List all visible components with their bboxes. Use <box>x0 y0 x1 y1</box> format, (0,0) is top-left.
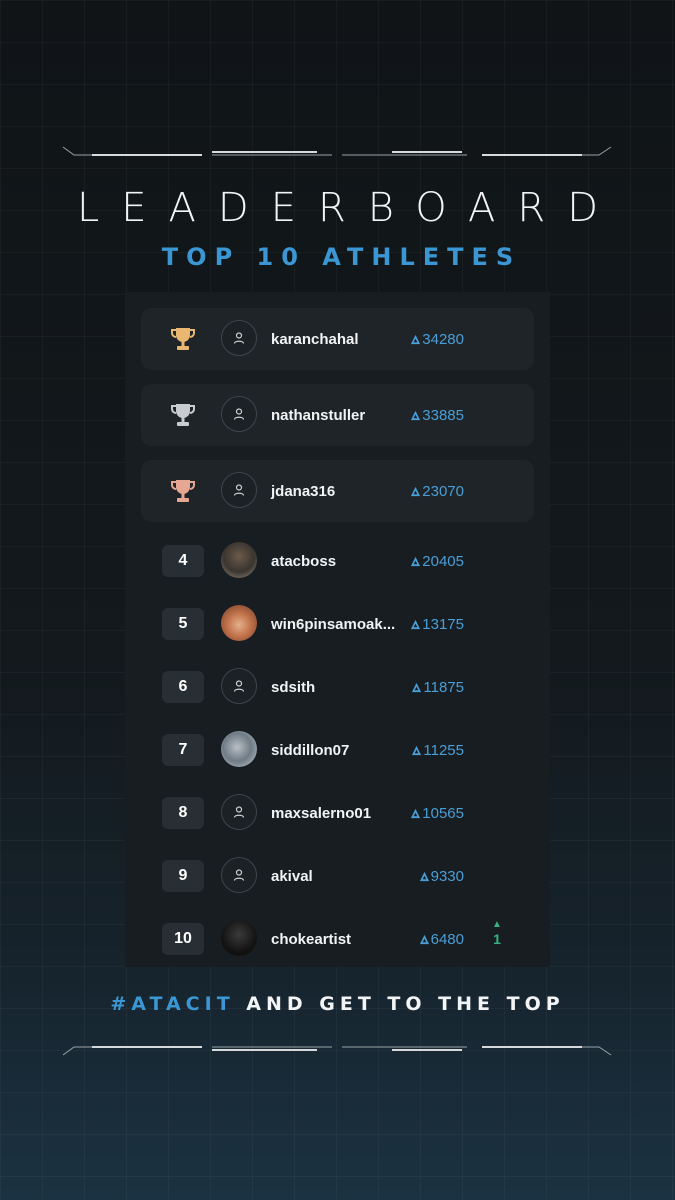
user-photo-avatar[interactable] <box>221 731 257 767</box>
score: 20405 <box>410 542 464 580</box>
gold-trophy-icon <box>171 328 195 350</box>
rank-badge: 4 <box>162 545 204 577</box>
score: 34280 <box>410 308 464 370</box>
username[interactable]: atacboss <box>271 542 336 580</box>
avatar[interactable] <box>221 396 257 432</box>
avatar[interactable] <box>221 472 257 508</box>
rank-badge: 5 <box>162 608 204 640</box>
score-value: 20405 <box>422 552 464 570</box>
rank-badge: 6 <box>162 671 204 703</box>
footer-call-to-action: #ATACIT AND GET TO THE TOP <box>0 993 675 1015</box>
bottom-frame-decoration <box>62 1040 612 1056</box>
page-title: LEADERBOARD <box>76 185 620 231</box>
avatar[interactable] <box>221 668 257 704</box>
rank-badge: 10 <box>162 923 204 955</box>
score: 13175 <box>410 605 464 643</box>
user-placeholder-icon <box>233 806 245 818</box>
rank-change-value: 1 <box>493 931 501 947</box>
username[interactable]: jdana316 <box>271 460 335 522</box>
points-icon <box>411 410 421 420</box>
username[interactable]: siddillon07 <box>271 731 349 769</box>
avatar[interactable] <box>221 857 257 893</box>
score-value: 23070 <box>422 482 464 500</box>
username[interactable]: sdsith <box>271 668 315 706</box>
username[interactable]: akival <box>271 857 313 895</box>
username[interactable]: win6pinsamoak... <box>271 605 395 643</box>
user-photo-avatar[interactable] <box>221 920 257 956</box>
points-icon <box>411 808 421 818</box>
score-value: 6480 <box>430 930 464 948</box>
score-value: 33885 <box>422 406 464 424</box>
username[interactable]: chokeartist <box>271 920 351 958</box>
page-subtitle: TOP 10 ATHLETES <box>161 243 522 271</box>
points-icon <box>411 556 421 566</box>
score-value: 10565 <box>422 804 464 822</box>
avatar[interactable] <box>221 320 257 356</box>
user-photo-avatar[interactable] <box>221 542 257 578</box>
user-photo-avatar[interactable] <box>221 605 257 641</box>
username[interactable]: karanchahal <box>271 308 359 370</box>
top-frame-decoration <box>62 146 612 162</box>
leaderboard-row-9[interactable]: 9 akival 9330 <box>125 857 550 901</box>
hashtag: #ATACIT <box>110 993 235 1015</box>
points-icon <box>411 486 421 496</box>
user-placeholder-icon <box>233 680 245 692</box>
leaderboard-panel: karanchahal 34280 nathanstuller 33885 jd… <box>125 292 550 967</box>
arrow-up-icon: ▲ <box>492 919 502 930</box>
leaderboard-row-3[interactable]: jdana316 23070 <box>141 460 534 522</box>
points-icon <box>419 934 429 944</box>
user-placeholder-icon <box>233 869 245 881</box>
rank-badge: 9 <box>162 860 204 892</box>
points-icon <box>412 745 422 755</box>
leaderboard-row-4[interactable]: 4 atacboss 20405 <box>125 542 550 586</box>
user-placeholder-icon <box>233 484 245 496</box>
points-icon <box>411 619 421 629</box>
score-value: 11875 <box>423 678 464 696</box>
rank-badge: 7 <box>162 734 204 766</box>
points-icon <box>412 682 422 692</box>
avatar[interactable] <box>221 794 257 830</box>
leaderboard-row-5[interactable]: 5 win6pinsamoak... 13175 <box>125 605 550 649</box>
score: 9330 <box>419 857 464 895</box>
score: 11255 <box>411 731 464 769</box>
score-value: 34280 <box>422 330 464 348</box>
score-value: 11255 <box>423 741 464 759</box>
leaderboard-row-6[interactable]: 6 sdsith 11875 <box>125 668 550 712</box>
score: 11875 <box>411 668 464 706</box>
user-placeholder-icon <box>233 332 245 344</box>
points-icon <box>411 334 421 344</box>
bronze-trophy-icon <box>171 480 195 502</box>
rank-badge: 8 <box>162 797 204 829</box>
leaderboard-row-2[interactable]: nathanstuller 33885 <box>141 384 534 446</box>
score: 33885 <box>410 384 464 446</box>
score: 6480 <box>419 920 464 958</box>
leaderboard-row-10[interactable]: 10 chokeartist 6480 ▲ 1 <box>125 918 550 964</box>
score: 10565 <box>410 794 464 832</box>
rank-change-indicator: ▲ 1 <box>491 918 503 946</box>
score-value: 13175 <box>422 615 464 633</box>
leaderboard-row-7[interactable]: 7 siddillon07 11255 <box>125 731 550 775</box>
username[interactable]: maxsalerno01 <box>271 794 371 832</box>
leaderboard-row-8[interactable]: 8 maxsalerno01 10565 <box>125 794 550 838</box>
leaderboard-row-1[interactable]: karanchahal 34280 <box>141 308 534 370</box>
username[interactable]: nathanstuller <box>271 384 365 446</box>
user-placeholder-icon <box>233 408 245 420</box>
score-value: 9330 <box>430 867 464 885</box>
footer-text: AND GET TO THE TOP <box>234 993 565 1015</box>
score: 23070 <box>410 460 464 522</box>
silver-trophy-icon <box>171 404 195 426</box>
points-icon <box>419 871 429 881</box>
